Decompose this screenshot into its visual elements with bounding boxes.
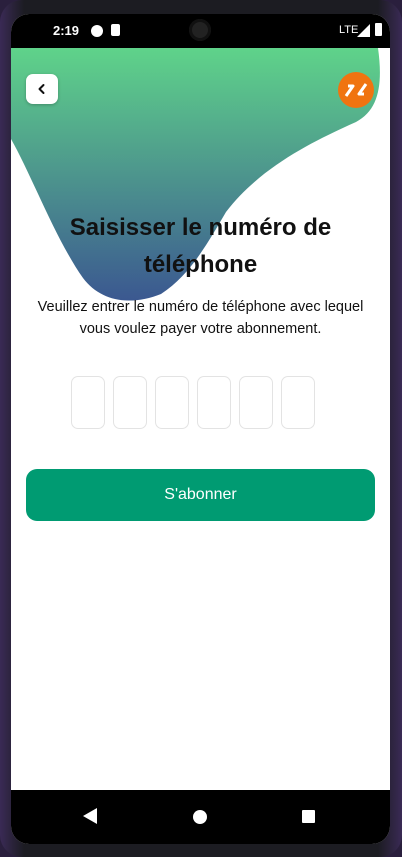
brand-logo bbox=[338, 72, 374, 108]
subscribe-button[interactable]: S'abonner bbox=[26, 469, 375, 521]
page-title: Saisisser le numéro de téléphone bbox=[69, 214, 332, 278]
code-digit-3[interactable] bbox=[155, 376, 189, 429]
code-digit-1[interactable] bbox=[71, 376, 105, 429]
navigation-bar bbox=[11, 790, 390, 844]
code-digit-5[interactable] bbox=[239, 376, 273, 429]
brand-logo-icon bbox=[344, 83, 368, 97]
code-digit-2[interactable] bbox=[113, 376, 147, 429]
screen: 2:19 LTE Saisisser le numéro de téléphon… bbox=[11, 14, 390, 844]
nav-back-icon[interactable] bbox=[83, 808, 97, 824]
nav-home-icon[interactable] bbox=[193, 810, 207, 824]
code-input-row bbox=[71, 376, 315, 429]
code-digit-6[interactable] bbox=[281, 376, 315, 429]
code-digit-4[interactable] bbox=[197, 376, 231, 429]
nav-recents-icon[interactable] bbox=[302, 810, 315, 823]
chevron-left-icon bbox=[38, 84, 45, 94]
page-subtitle: Veuillez entrer le numéro de téléphone a… bbox=[37, 299, 364, 337]
back-button[interactable] bbox=[26, 74, 58, 104]
phone-frame: 2:19 LTE Saisisser le numéro de téléphon… bbox=[0, 0, 402, 857]
